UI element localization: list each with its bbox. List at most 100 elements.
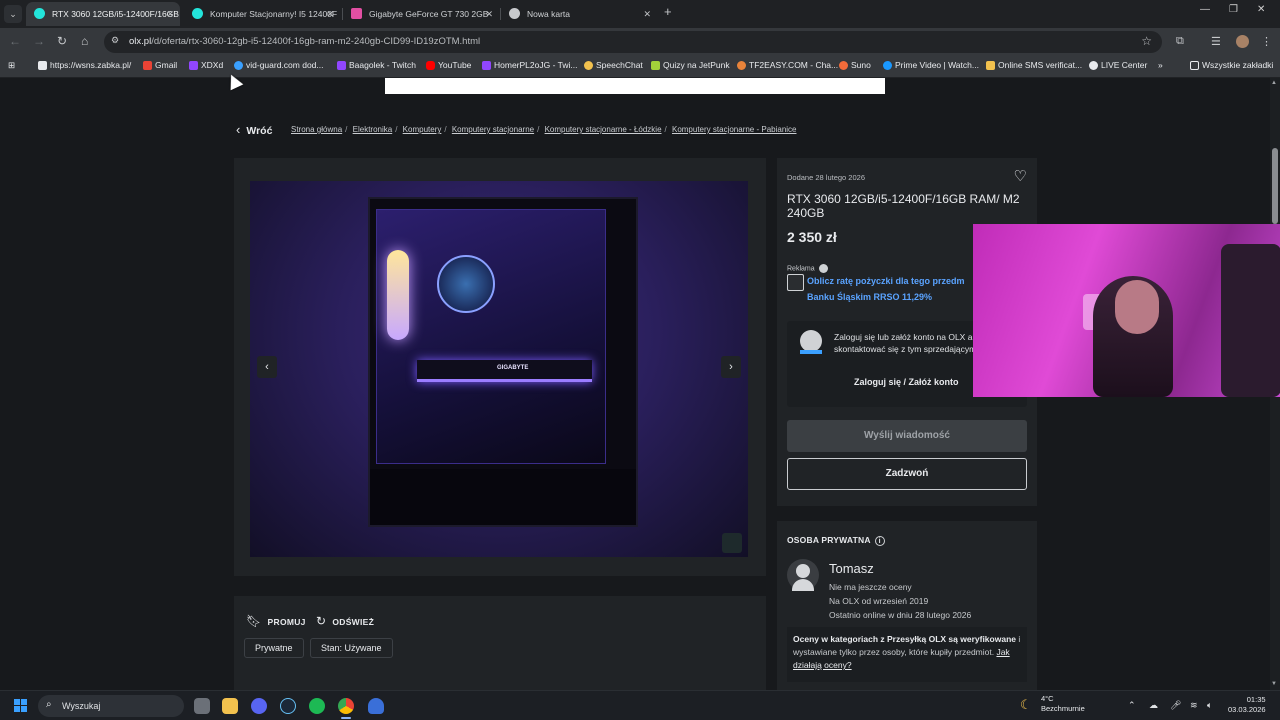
tab-close-icon[interactable]: ✕: [643, 2, 651, 26]
tab-search-icon[interactable]: ⌄: [4, 5, 22, 23]
seller-avatar[interactable]: [787, 559, 819, 591]
task-view-icon[interactable]: [194, 698, 210, 714]
bookmark-star-icon[interactable]: ☆: [1141, 34, 1152, 48]
listing-photo[interactable]: GIGABYTE ‹ ›: [250, 181, 748, 557]
user-lock-icon: [800, 330, 822, 354]
spotify-icon[interactable]: [309, 698, 325, 714]
onedrive-icon[interactable]: ☁: [1149, 700, 1158, 711]
tag-condition: Stan: Używane: [310, 638, 393, 658]
tab-close-icon[interactable]: ✕: [326, 2, 334, 26]
scrollbar-thumb[interactable]: [1272, 148, 1278, 224]
app-icon[interactable]: [368, 698, 384, 714]
forward-arrow-icon[interactable]: →: [33, 34, 45, 48]
restore-icon[interactable]: ❐: [1229, 4, 1238, 15]
breadcrumb-item[interactable]: Komputery stacjonarne: [452, 125, 534, 134]
prev-photo-button[interactable]: ‹: [257, 356, 277, 378]
discord-icon[interactable]: [251, 698, 267, 714]
search-placeholder: Wyszukaj: [62, 701, 101, 711]
send-message-button[interactable]: Wyślij wiadomość: [787, 420, 1027, 452]
bookmark-speechchat[interactable]: SpeechChat: [584, 60, 643, 70]
bookmark-zabka[interactable]: https://wsns.zabka.pl/: [38, 60, 131, 70]
scroll-down-icon[interactable]: ▼: [1271, 681, 1277, 687]
tab-close-icon[interactable]: ✕: [485, 2, 493, 26]
breadcrumb-item[interactable]: Komputery: [403, 125, 442, 134]
bookmark-sms-verification[interactable]: Online SMS verificat...: [986, 60, 1082, 70]
reload-icon[interactable]: ↻: [57, 34, 67, 48]
site-info-icon[interactable]: ⚙: [111, 35, 119, 46]
breadcrumb-item[interactable]: Strona główna: [291, 125, 342, 134]
tab-label: RTX 3060 12GB/i5-12400F/16GB: [52, 9, 179, 19]
profile-avatar[interactable]: [1236, 35, 1249, 48]
all-bookmarks-folder[interactable]: Wszystkie zakładki: [1190, 60, 1273, 70]
bookmark-youtube[interactable]: YouTube: [426, 60, 471, 70]
bookmark-prime-video[interactable]: Prime Video | Watch...: [883, 60, 979, 70]
tag-private: Prywatne: [244, 638, 304, 658]
seller-card: OSOBA PRYWATNA i Tomasz Nie ma jeszcze oc…: [777, 521, 1037, 690]
bookmark-live-center[interactable]: LIVE Center: [1089, 60, 1147, 70]
call-button[interactable]: Zadzwoń: [787, 458, 1027, 490]
bookmark-suno[interactable]: Suno: [839, 60, 871, 70]
bookmark-baagolek[interactable]: Baagolek - Twitch: [337, 60, 416, 70]
breadcrumb-item[interactable]: Komputery stacjonarne - Łódzkie: [545, 125, 662, 134]
added-date: Dodane 28 lutego 2026: [787, 173, 865, 182]
windows-start-icon[interactable]: [14, 699, 28, 713]
file-explorer-icon[interactable]: [222, 698, 238, 714]
next-photo-button[interactable]: ›: [721, 356, 741, 378]
home-icon[interactable]: ⌂: [81, 34, 88, 48]
bookmarks-overflow-icon[interactable]: »: [1158, 60, 1163, 70]
wifi-icon[interactable]: ≋: [1190, 700, 1198, 711]
reading-list-icon[interactable]: ☰: [1211, 35, 1221, 48]
tab-rtx-3060[interactable]: RTX 3060 12GB/i5-12400F/16GB ✕: [26, 2, 180, 26]
bookmark-jetpunk[interactable]: Quizy na JetPunk: [651, 60, 730, 70]
taskbar-search[interactable]: ⌕ Wyszukaj: [38, 695, 184, 717]
bookmark-vid-guard[interactable]: vid-guard.com dod...: [234, 60, 323, 70]
promote-button[interactable]: 🔖︎ PROMUJ: [246, 614, 306, 628]
address-bar[interactable]: ⚙ olx.pl/d/oferta/rtx-3060-12gb-i5-12400…: [104, 31, 1162, 53]
scroll-up-icon[interactable]: ▲: [1271, 80, 1277, 86]
login-register-link[interactable]: Zaloguj się / Załóż konto: [854, 377, 959, 387]
loan-rate-link[interactable]: Banku Śląskim RRSO 11,29%: [807, 292, 932, 302]
back-arrow-icon[interactable]: ←: [9, 34, 21, 48]
window-close-icon[interactable]: ✕: [1257, 4, 1265, 15]
favorite-heart-icon[interactable]: ♡: [1014, 167, 1027, 185]
chrome-icon[interactable]: [338, 698, 354, 714]
bookmark-icon: 🔖︎: [246, 614, 262, 628]
tab-gigabyte-gt730[interactable]: Gigabyte GeForce GT 730 2GB ✕: [343, 2, 499, 26]
moon-weather-icon[interactable]: ☾: [1020, 697, 1032, 713]
microphone-icon[interactable]: 🎤︎: [1170, 700, 1181, 711]
tab-close-icon[interactable]: ✕: [166, 2, 174, 26]
calculator-icon: [787, 274, 804, 291]
extensions-icon[interactable]: ⧉: [1176, 35, 1184, 48]
bookmark-xdxd[interactable]: XDXd: [189, 60, 223, 70]
tab-komputer-stacjonarny[interactable]: Komputer Stacjonarny! I5 12400F ✕: [184, 2, 340, 26]
seller-rating: Nie ma jeszcze oceny: [829, 582, 912, 592]
ad-banner[interactable]: [385, 78, 885, 94]
bookmark-gmail[interactable]: Gmail: [143, 60, 177, 70]
volume-icon[interactable]: 🔈︎: [1207, 700, 1212, 711]
minimize-icon[interactable]: —: [1200, 4, 1210, 15]
breadcrumb-item[interactable]: Elektronika: [353, 125, 393, 134]
refresh-button[interactable]: ↻ ODŚWIEŻ: [316, 614, 374, 628]
breadcrumb-item[interactable]: Komputery stacjonarne - Pabianice: [672, 125, 797, 134]
seller-name[interactable]: Tomasz: [829, 561, 874, 576]
weather-widget[interactable]: 4°C Bezchmurnie: [1041, 694, 1085, 714]
tab-new-tab[interactable]: Nowa karta ✕: [501, 2, 657, 26]
url-path: /d/oferta/rtx-3060-12gb-i5-12400f-16gb-r…: [151, 36, 481, 47]
info-icon[interactable]: i: [874, 536, 885, 546]
back-link[interactable]: ‹ Wróć: [236, 122, 272, 137]
olx-favicon-icon: [34, 8, 45, 19]
new-tab-button[interactable]: +: [664, 4, 672, 19]
olx-favicon-icon: [192, 8, 203, 19]
steam-icon[interactable]: [280, 698, 296, 714]
system-clock[interactable]: 01:35 03.03.2026: [1228, 695, 1266, 715]
apps-grid-icon[interactable]: ⊞: [8, 60, 15, 71]
tab-strip: ⌄ RTX 3060 12GB/i5-12400F/16GB ✕ Kompute…: [0, 0, 1280, 28]
chrome-menu-icon[interactable]: ⋮: [1261, 35, 1272, 48]
bookmark-homerpl[interactable]: HomerPL2oJG - Twi...: [482, 60, 577, 70]
listing-price: 2 350 zł: [787, 229, 837, 245]
bookmark-tf2easy[interactable]: TF2EASY.COM - Cha...: [737, 60, 838, 70]
tray-overflow-icon[interactable]: ⌃: [1128, 700, 1136, 711]
loan-calculator-link[interactable]: Oblicz ratę pożyczki dla tego przedm: [807, 276, 965, 286]
fullscreen-button[interactable]: [722, 533, 742, 553]
seller-since: Na OLX od wrzesień 2019: [829, 596, 929, 606]
